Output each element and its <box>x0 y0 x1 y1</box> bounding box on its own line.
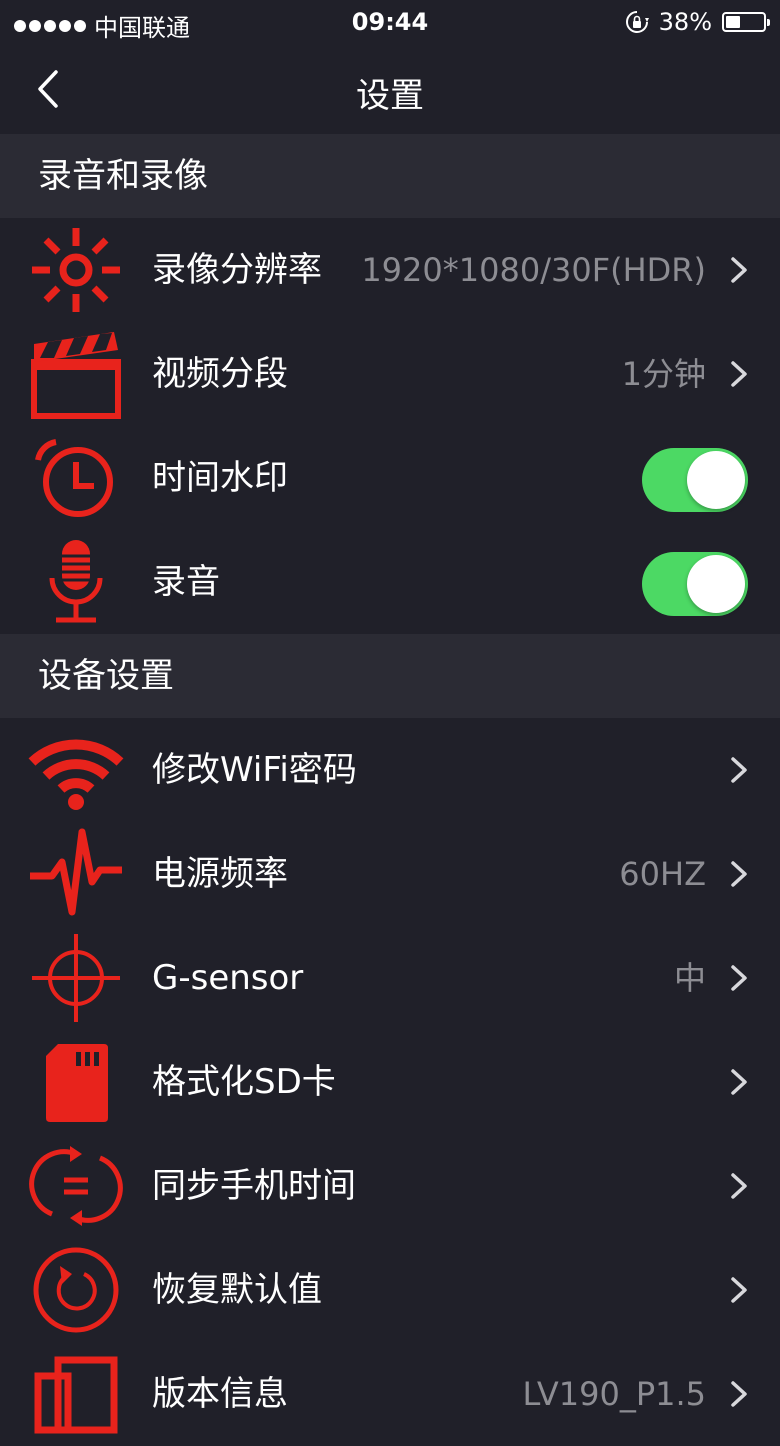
row-format-sd[interactable]: 格式化SD卡 <box>0 1030 780 1134</box>
alarm-clock-icon <box>28 430 124 526</box>
sun-resolution-icon <box>28 222 124 318</box>
row-label: 同步手机时间 <box>152 1166 356 1206</box>
row-version-info[interactable]: 版本信息 LV190_P1.5 <box>0 1342 780 1446</box>
section-header-recording: 录音和录像 <box>0 134 780 218</box>
version-icon <box>28 1346 124 1442</box>
crosshair-icon <box>28 930 124 1026</box>
row-label: 录音 <box>152 562 220 602</box>
sync-icon <box>28 1138 124 1234</box>
row-video-segment[interactable]: 视频分段 1分钟 <box>0 322 780 426</box>
row-value: 1920*1080/30F(HDR) <box>361 251 706 289</box>
navigation-bar: 设置 <box>0 44 780 134</box>
audio-recording-toggle[interactable] <box>642 552 748 616</box>
toggle-knob <box>687 555 745 613</box>
chevron-right-icon <box>731 1069 747 1095</box>
row-value: LV190_P1.5 <box>522 1375 706 1413</box>
sd-card-icon <box>28 1034 124 1130</box>
chevron-right-icon <box>731 1381 747 1407</box>
row-power-frequency[interactable]: 电源频率 60HZ <box>0 822 780 926</box>
row-label: 格式化SD卡 <box>152 1062 336 1102</box>
pulse-icon <box>28 826 124 922</box>
row-label: 录像分辨率 <box>152 250 322 290</box>
row-label: 电源频率 <box>152 854 288 894</box>
row-label: G-sensor <box>152 958 304 998</box>
row-label: 修改WiFi密码 <box>152 750 357 790</box>
time-watermark-toggle[interactable] <box>642 448 748 512</box>
row-sync-time[interactable]: 同步手机时间 <box>0 1134 780 1238</box>
chevron-right-icon <box>731 1173 747 1199</box>
microphone-icon <box>28 534 124 630</box>
section-header-device: 设备设置 <box>0 634 780 718</box>
clapperboard-icon <box>28 326 124 422</box>
row-value: 中 <box>673 959 706 997</box>
row-label: 时间水印 <box>152 458 288 498</box>
row-time-watermark: 时间水印 <box>0 426 780 530</box>
status-bar: 中国联通 09:44 38% <box>0 0 780 44</box>
row-value: 1分钟 <box>621 355 706 393</box>
row-label: 视频分段 <box>152 354 288 394</box>
status-right: 38% <box>625 8 770 36</box>
row-label: 版本信息 <box>152 1374 288 1414</box>
battery-percent: 38% <box>658 8 712 36</box>
restore-icon <box>28 1242 124 1338</box>
page-title: 设置 <box>356 76 424 116</box>
chevron-right-icon <box>731 965 747 991</box>
chevron-right-icon <box>731 1277 747 1303</box>
row-wifi-password[interactable]: 修改WiFi密码 <box>0 718 780 822</box>
rotation-lock-icon <box>625 11 649 33</box>
row-label: 恢复默认值 <box>152 1270 322 1310</box>
chevron-right-icon <box>731 257 747 283</box>
chevron-right-icon <box>731 361 747 387</box>
battery-icon <box>722 12 770 32</box>
row-video-resolution[interactable]: 录像分辨率 1920*1080/30F(HDR) <box>0 218 780 322</box>
chevron-right-icon <box>731 757 747 783</box>
row-g-sensor[interactable]: G-sensor 中 <box>0 926 780 1030</box>
row-value: 60HZ <box>619 855 706 893</box>
row-restore-default[interactable]: 恢复默认值 <box>0 1238 780 1342</box>
chevron-right-icon <box>731 861 747 887</box>
row-audio-recording: 录音 <box>0 530 780 634</box>
wifi-icon <box>28 722 124 818</box>
toggle-knob <box>687 451 745 509</box>
